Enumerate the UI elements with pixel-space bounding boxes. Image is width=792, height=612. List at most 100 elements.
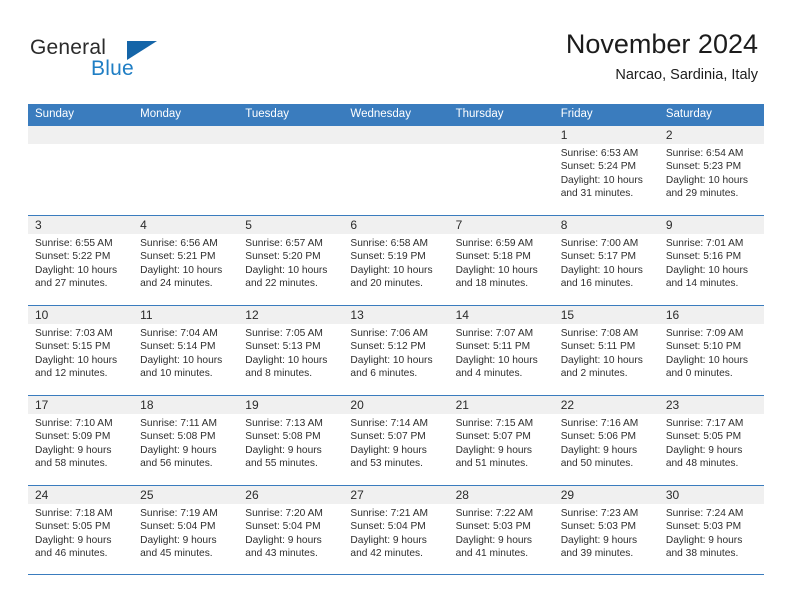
calendar-page: General Blue November 2024 Narcao, Sardi… [0,0,792,612]
calendar-day-cell[interactable]: 12 Sunrise: 7:05 AM Sunset: 5:13 PM Dayligh… [238,306,344,395]
sunset-text: Sunset: 5:05 PM [665,431,742,443]
day-sun-info: Sunrise: 7:19 AM Sunset: 5:04 PM Daylight:… [133,504,238,561]
calendar-day-cell[interactable]: 24 Sunrise: 7:18 AM Sunset: 5:05 PM Dayligh… [28,486,134,574]
calendar-day-cell[interactable]: 2 Sunrise: 6:54 AM Sunset: 5:23 PM Daylight… [658,126,764,215]
day-number-band: 3 [28,216,134,234]
sunrise-text: Sunrise: 7:17 AM [665,418,744,429]
sunset-text: Sunset: 5:11 PM [560,341,636,353]
day-number-band: 15 [553,306,659,324]
day-number-band: 13 [343,306,449,324]
day-number-band: 23 [658,396,764,414]
calendar-day-cell[interactable]: 21 Sunrise: 7:15 AM Sunset: 5:07 PM Dayligh… [448,396,554,485]
calendar-day-cell[interactable]: 8 Sunrise: 7:00 AM Sunset: 5:17 PM Daylight… [553,216,659,305]
daylight-text: Daylight: 10 hours and 27 minutes. [35,264,118,290]
calendar-day-cell[interactable]: 4 Sunrise: 6:56 AM Sunset: 5:21 PM Daylight… [133,216,239,305]
daylight-text: Daylight: 10 hours and 0 minutes. [665,354,748,380]
day-number-band: 27 [343,486,449,504]
sunrise-text: Sunrise: 6:55 AM [35,238,113,249]
sunset-text: Sunset: 5:13 PM [245,341,321,353]
calendar-day-cell[interactable]: 25 Sunrise: 7:19 AM Sunset: 5:04 PM Dayligh… [133,486,239,574]
day-sun-info: Sunrise: 7:06 AM Sunset: 5:12 PM Daylight:… [343,324,448,381]
sunrise-text: Sunrise: 6:56 AM [140,238,218,249]
calendar-day-cell[interactable]: 18 Sunrise: 7:11 AM Sunset: 5:08 PM Dayligh… [133,396,239,485]
calendar-day-cell[interactable]: 27 Sunrise: 7:21 AM Sunset: 5:04 PM Dayligh… [343,486,449,574]
weekday-header-sunday: Sunday [35,108,75,120]
daylight-text: Daylight: 10 hours and 8 minutes. [245,354,328,380]
day-number: 9 [665,218,673,232]
sunset-text: Sunset: 5:08 PM [245,431,321,443]
day-number: 30 [665,488,680,502]
day-number: 6 [350,218,358,232]
daylight-text: Daylight: 9 hours and 45 minutes. [140,534,217,560]
calendar-day-cell[interactable]: 23 Sunrise: 7:17 AM Sunset: 5:05 PM Dayligh… [658,396,764,485]
calendar-day-cell[interactable]: 10 Sunrise: 7:03 AM Sunset: 5:15 PM Dayligh… [28,306,134,395]
day-number-band: 30 [658,486,764,504]
day-number-band [28,126,134,144]
calendar-day-cell[interactable]: 16 Sunrise: 7:09 AM Sunset: 5:10 PM Dayligh… [658,306,764,395]
calendar-day-cell[interactable]: 13 Sunrise: 7:06 AM Sunset: 5:12 PM Dayligh… [343,306,449,395]
sunset-text: Sunset: 5:15 PM [35,341,111,353]
day-number: 17 [35,398,49,412]
daylight-text: Daylight: 9 hours and 53 minutes. [350,444,427,470]
daylight-text: Daylight: 10 hours and 4 minutes. [455,354,538,380]
sunrise-text: Sunrise: 7:01 AM [665,238,744,249]
daylight-text: Daylight: 10 hours and 10 minutes. [140,354,223,380]
calendar-day-cell[interactable]: 20 Sunrise: 7:14 AM Sunset: 5:07 PM Dayligh… [343,396,449,485]
sunset-text: Sunset: 5:10 PM [665,341,742,353]
sunrise-text: Sunrise: 7:04 AM [140,328,218,339]
day-number-band: 10 [28,306,134,324]
sunrise-text: Sunrise: 6:59 AM [455,238,534,249]
day-sun-info: Sunrise: 7:01 AM Sunset: 5:16 PM Daylight:… [659,234,764,291]
sunset-text: Sunset: 5:03 PM [665,521,742,533]
day-number-band: 14 [448,306,554,324]
calendar-day-cell[interactable]: 1 Sunrise: 6:53 AM Sunset: 5:24 PM Daylight… [553,126,659,215]
sunset-text: Sunset: 5:05 PM [35,521,111,533]
sunrise-text: Sunrise: 7:14 AM [350,418,429,429]
day-sun-info: Sunrise: 6:56 AM Sunset: 5:21 PM Daylight:… [133,234,238,291]
sunrise-text: Sunrise: 6:54 AM [665,148,744,159]
sunset-text: Sunset: 5:08 PM [140,431,216,443]
calendar-day-cell[interactable]: 28 Sunrise: 7:22 AM Sunset: 5:03 PM Dayligh… [448,486,554,574]
weekday-header-tuesday: Tuesday [245,108,289,120]
day-number-band: 4 [133,216,239,234]
calendar-day-cell[interactable]: 17 Sunrise: 7:10 AM Sunset: 5:09 PM Dayligh… [28,396,134,485]
calendar-day-cell[interactable]: 19 Sunrise: 7:13 AM Sunset: 5:08 PM Dayligh… [238,396,344,485]
sunset-text: Sunset: 5:23 PM [665,161,742,173]
calendar-day-cell[interactable]: 26 Sunrise: 7:20 AM Sunset: 5:04 PM Dayligh… [238,486,344,574]
sunset-text: Sunset: 5:04 PM [140,521,216,533]
calendar-day-cell[interactable]: 11 Sunrise: 7:04 AM Sunset: 5:14 PM Dayligh… [133,306,239,395]
daylight-text: Daylight: 9 hours and 56 minutes. [140,444,217,470]
calendar-day-cell-empty [133,126,239,215]
daylight-text: Daylight: 10 hours and 12 minutes. [35,354,118,380]
day-number: 20 [350,398,364,412]
calendar-day-cell[interactable]: 5 Sunrise: 6:57 AM Sunset: 5:20 PM Daylight… [238,216,344,305]
day-number: 14 [455,308,469,322]
calendar-day-cell-empty [343,126,449,215]
day-sun-info: Sunrise: 6:59 AM Sunset: 5:18 PM Daylight:… [449,234,554,291]
daylight-text: Daylight: 9 hours and 39 minutes. [560,534,638,560]
calendar-day-cell[interactable]: 15 Sunrise: 7:08 AM Sunset: 5:11 PM Dayligh… [553,306,659,395]
calendar-day-cell[interactable]: 22 Sunrise: 7:16 AM Sunset: 5:06 PM Dayligh… [553,396,659,485]
calendar-day-cell[interactable]: 9 Sunrise: 7:01 AM Sunset: 5:16 PM Daylight… [658,216,764,305]
day-sun-info: Sunrise: 7:23 AM Sunset: 5:03 PM Daylight:… [554,504,659,561]
calendar-day-cell[interactable]: 6 Sunrise: 6:58 AM Sunset: 5:19 PM Daylight… [343,216,449,305]
generalblue-logo[interactable]: General Blue [30,36,220,86]
sunset-text: Sunset: 5:07 PM [350,431,426,443]
day-number-band [343,126,449,144]
sunrise-text: Sunrise: 7:00 AM [560,238,639,249]
calendar-day-cell[interactable]: 7 Sunrise: 6:59 AM Sunset: 5:18 PM Daylight… [448,216,554,305]
calendar-day-cell[interactable]: 14 Sunrise: 7:07 AM Sunset: 5:11 PM Dayligh… [448,306,554,395]
calendar-day-cell[interactable]: 29 Sunrise: 7:23 AM Sunset: 5:03 PM Dayligh… [553,486,659,574]
day-number: 11 [140,308,153,322]
sunset-text: Sunset: 5:04 PM [350,521,426,533]
daylight-text: Daylight: 10 hours and 14 minutes. [665,264,748,290]
calendar-day-cell[interactable]: 30 Sunrise: 7:24 AM Sunset: 5:03 PM Dayligh… [658,486,764,574]
sunrise-text: Sunrise: 7:08 AM [560,328,639,339]
calendar-day-cell[interactable]: 3 Sunrise: 6:55 AM Sunset: 5:22 PM Daylight… [28,216,134,305]
sunrise-text: Sunrise: 7:23 AM [560,508,639,519]
sunrise-text: Sunrise: 7:10 AM [35,418,113,429]
day-sun-info: Sunrise: 7:08 AM Sunset: 5:11 PM Daylight:… [554,324,659,381]
sunset-text: Sunset: 5:09 PM [35,431,111,443]
weekday-header-monday: Monday [140,108,182,120]
day-sun-info: Sunrise: 7:21 AM Sunset: 5:04 PM Daylight:… [343,504,448,561]
